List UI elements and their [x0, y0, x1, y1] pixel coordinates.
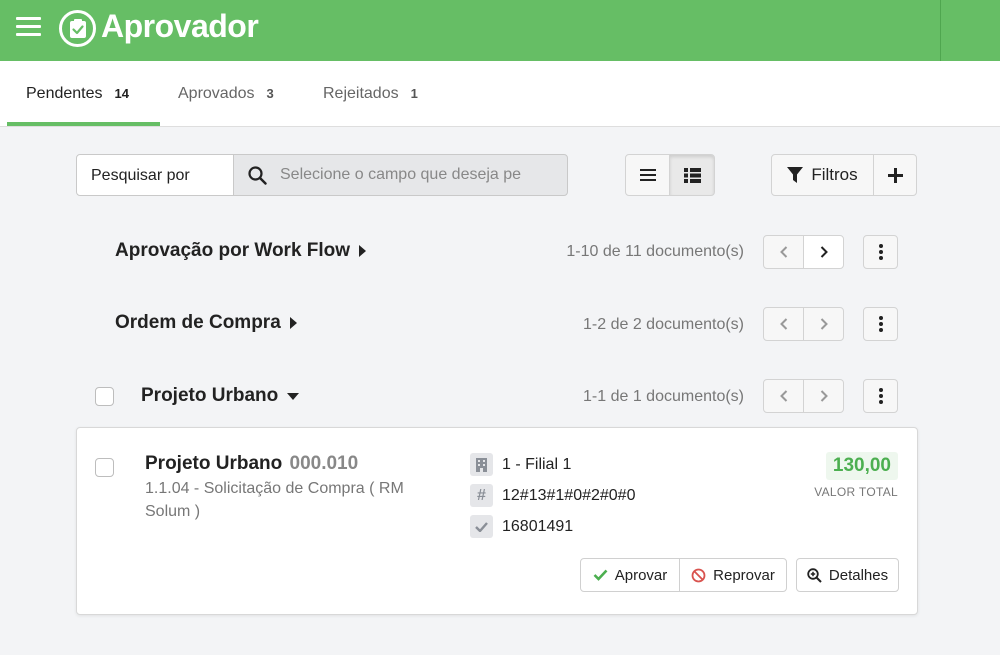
chevron-right-icon — [820, 390, 828, 402]
next-page-button[interactable] — [803, 307, 844, 341]
tab-count: 14 — [114, 86, 129, 101]
key-row: # 12#13#1#0#2#0#0 — [470, 484, 635, 507]
header-divider — [940, 0, 941, 61]
id-row: 16801491 — [470, 515, 573, 538]
hash-icon: # — [470, 484, 493, 507]
previous-page-button[interactable] — [763, 235, 804, 269]
tab-aprovados[interactable]: Aprovados 3 — [178, 61, 274, 126]
more-vertical-icon — [878, 244, 883, 260]
filter-icon — [787, 166, 804, 183]
group-pager — [763, 307, 844, 341]
detailed-list-icon — [683, 167, 701, 183]
list-view-button[interactable] — [625, 154, 670, 196]
document-code: 000.010 — [289, 453, 359, 474]
group-title-label: Projeto Urbano — [141, 385, 279, 406]
group-pager — [763, 235, 844, 269]
document-select-checkbox[interactable] — [95, 458, 114, 477]
group-title-projeto-urbano[interactable]: Projeto Urbano — [141, 385, 300, 407]
total-value-label: VALOR TOTAL — [814, 485, 898, 499]
group-pager — [763, 379, 844, 413]
details-label: Detalhes — [828, 566, 889, 584]
filters-label: Filtros — [811, 165, 858, 184]
group-title-label: Aprovação por Work Flow — [115, 240, 351, 261]
group-title-purchase-order[interactable]: Ordem de Compra — [115, 312, 297, 334]
next-page-button[interactable] — [803, 235, 844, 269]
group-count: 1-1 de 1 documento(s) — [583, 388, 744, 405]
chevron-left-icon — [779, 390, 787, 402]
id-value: 16801491 — [502, 517, 574, 535]
document-subtitle: 1.1.04 - Solicitação de Compra ( RM Solu… — [145, 480, 404, 520]
menu-icon[interactable] — [16, 17, 41, 37]
caret-down-icon — [287, 392, 300, 400]
tab-count: 1 — [410, 86, 418, 101]
building-icon — [470, 453, 493, 476]
details-button[interactable]: Detalhes — [796, 558, 899, 592]
chevron-right-icon — [820, 246, 828, 258]
ban-icon — [691, 568, 706, 582]
tab-count: 3 — [266, 86, 274, 101]
reject-label: Reprovar — [713, 566, 775, 584]
document-card: Projeto Urbano 000.010 1.1.04 - Solicita… — [76, 427, 918, 615]
reject-button[interactable]: Reprovar — [679, 558, 787, 592]
search-box — [233, 154, 568, 196]
approve-button[interactable]: Aprovar — [580, 558, 680, 592]
check-icon — [470, 515, 493, 538]
tab-rejeitados[interactable]: Rejeitados 1 — [323, 61, 418, 126]
group-count: 1-2 de 2 documento(s) — [583, 316, 744, 333]
check-icon — [593, 569, 608, 581]
next-page-button[interactable] — [803, 379, 844, 413]
group-more-button[interactable] — [863, 307, 898, 341]
document-title-label: Projeto Urbano — [145, 453, 283, 474]
tab-label: Aprovados — [178, 84, 255, 102]
document-title: Projeto Urbano 000.010 — [145, 453, 358, 475]
branch-row: 1 - Filial 1 — [470, 453, 571, 476]
more-vertical-icon — [878, 316, 883, 332]
caret-right-icon — [359, 245, 367, 257]
add-button[interactable] — [873, 154, 917, 196]
group-more-button[interactable] — [863, 379, 898, 413]
key-value: 12#13#1#0#2#0#0 — [502, 486, 636, 504]
group-count: 1-10 de 11 documento(s) — [566, 243, 744, 260]
search-input[interactable] — [280, 155, 560, 195]
detailed-list-view-button[interactable] — [669, 154, 715, 196]
plus-icon — [887, 167, 903, 183]
zoom-in-icon — [807, 567, 822, 583]
approval-check-icon — [59, 10, 96, 47]
active-tab-indicator — [7, 122, 160, 126]
branch-value: 1 - Filial 1 — [502, 455, 572, 473]
previous-page-button[interactable] — [763, 379, 804, 413]
total-value: 130,00 — [825, 452, 898, 480]
list-icon — [639, 169, 656, 181]
chevron-left-icon — [779, 318, 787, 330]
caret-right-icon — [289, 317, 297, 329]
tab-pendentes[interactable]: Pendentes 14 — [26, 61, 129, 126]
group-title-workflow[interactable]: Aprovação por Work Flow — [115, 240, 367, 262]
tab-label: Pendentes — [26, 84, 103, 102]
chevron-right-icon — [820, 318, 828, 330]
group-title-label: Ordem de Compra — [115, 312, 281, 333]
more-vertical-icon — [878, 388, 883, 404]
search-field-select[interactable]: Pesquisar por — [76, 154, 234, 196]
app-title: Aprovador — [101, 8, 259, 44]
tab-bar: Pendentes 14 Aprovados 3 Rejeitados 1 — [0, 61, 1000, 127]
search-icon — [248, 166, 267, 185]
filters-button[interactable]: Filtros — [771, 154, 874, 196]
group-select-checkbox[interactable] — [95, 387, 114, 406]
previous-page-button[interactable] — [763, 307, 804, 341]
group-more-button[interactable] — [863, 235, 898, 269]
tab-label: Rejeitados — [323, 84, 399, 102]
chevron-left-icon — [779, 246, 787, 258]
app-header: Aprovador — [0, 0, 1000, 61]
approve-label: Aprovar — [614, 566, 668, 584]
